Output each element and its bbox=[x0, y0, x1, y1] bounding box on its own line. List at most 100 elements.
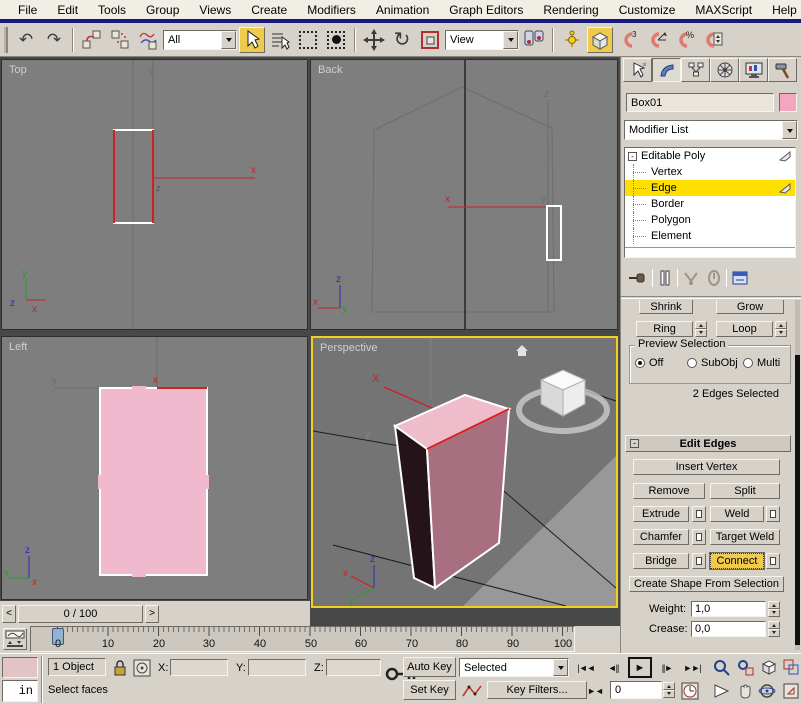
edit-edges-rollout-header[interactable]: - Edit Edges bbox=[625, 435, 791, 452]
connect-settings-icon[interactable] bbox=[766, 553, 780, 569]
menu-maxscript[interactable]: MAXScript bbox=[685, 3, 762, 17]
menu-create[interactable]: Create bbox=[241, 3, 297, 17]
menu-file[interactable]: File bbox=[8, 3, 47, 17]
menu-rendering[interactable]: Rendering bbox=[533, 3, 608, 17]
key-filters-button[interactable]: Key Filters... bbox=[487, 681, 587, 699]
zoom-extents-all-icon[interactable] bbox=[780, 657, 801, 677]
auto-key-button[interactable]: Auto Key bbox=[403, 657, 456, 677]
track-bar-ruler[interactable]: 0 10 20 30 40 50 60 70 80 90 100 bbox=[30, 626, 575, 652]
tab-modify[interactable] bbox=[652, 58, 681, 82]
select-and-rotate-icon[interactable]: ↻ bbox=[389, 27, 415, 53]
time-configuration-icon[interactable] bbox=[680, 681, 700, 701]
key-mode-toggle-button[interactable]: ►◄ bbox=[585, 682, 605, 699]
time-slider[interactable]: 0 / 100 bbox=[18, 605, 143, 623]
menu-graph-editors[interactable]: Graph Editors bbox=[439, 3, 533, 17]
insert-vertex-button[interactable]: Insert Vertex bbox=[633, 459, 780, 475]
zoom-icon[interactable] bbox=[710, 657, 732, 677]
macro-recorder-box[interactable] bbox=[2, 657, 38, 678]
make-unique-icon[interactable] bbox=[682, 269, 702, 287]
object-color-swatch[interactable] bbox=[779, 93, 797, 112]
chamfer-settings-icon[interactable] bbox=[692, 529, 706, 545]
connect-button[interactable]: Connect bbox=[710, 553, 764, 569]
menu-help[interactable]: Help bbox=[762, 3, 801, 17]
frame-spinner[interactable] bbox=[663, 682, 675, 698]
window-crossing-icon[interactable] bbox=[323, 27, 349, 53]
menu-group[interactable]: Group bbox=[136, 3, 189, 17]
reference-coordinate-dropdown[interactable]: View bbox=[445, 30, 519, 50]
rollout-collapse-icon[interactable]: - bbox=[630, 439, 639, 448]
chevron-down-icon[interactable] bbox=[553, 659, 568, 676]
time-slider-back-button[interactable]: < bbox=[2, 605, 16, 623]
time-slider-forward-button[interactable]: > bbox=[145, 605, 159, 623]
remove-modifier-icon[interactable] bbox=[706, 269, 722, 287]
radio-multi[interactable]: Multi bbox=[743, 357, 780, 369]
bind-to-space-warp-icon[interactable] bbox=[135, 27, 161, 53]
back-viewport-canvas[interactable]: z y x z x y bbox=[311, 60, 618, 330]
set-key-button[interactable]: Set Key bbox=[403, 680, 456, 700]
create-shape-from-selection-button[interactable]: Create Shape From Selection bbox=[629, 576, 784, 592]
chevron-down-icon[interactable] bbox=[503, 31, 518, 49]
select-and-move-icon[interactable] bbox=[361, 27, 387, 53]
radio-subobj[interactable]: SubObj bbox=[687, 357, 738, 369]
top-viewport-canvas[interactable]: y z x y z x bbox=[2, 60, 308, 330]
modifier-list-dropdown[interactable]: Modifier List bbox=[624, 120, 798, 140]
use-pivot-point-center-icon[interactable] bbox=[521, 27, 547, 53]
grow-button[interactable]: Grow bbox=[716, 300, 784, 314]
bridge-button[interactable]: Bridge bbox=[633, 553, 689, 569]
stack-item-border[interactable]: Border bbox=[625, 196, 795, 212]
viewport-back-label[interactable]: Back bbox=[318, 64, 342, 76]
weight-field[interactable]: 1,0 bbox=[691, 601, 766, 617]
tab-motion[interactable] bbox=[710, 58, 739, 82]
selection-filter-dropdown[interactable]: All bbox=[163, 30, 237, 50]
collapse-box-icon[interactable]: - bbox=[628, 152, 637, 161]
snaps-toggle-button[interactable] bbox=[587, 27, 613, 53]
menu-edit[interactable]: Edit bbox=[47, 3, 88, 17]
previous-frame-button[interactable]: ◄|| bbox=[602, 659, 624, 676]
selection-lock-icon[interactable] bbox=[112, 659, 128, 677]
menu-customize[interactable]: Customize bbox=[609, 3, 686, 17]
tab-hierarchy[interactable] bbox=[681, 58, 710, 82]
maxscript-listener-box[interactable]: in bbox=[2, 680, 38, 702]
tab-utilities[interactable] bbox=[768, 58, 797, 82]
viewport-top-label[interactable]: Top bbox=[9, 64, 27, 76]
select-object-button[interactable] bbox=[239, 27, 265, 53]
current-frame-field[interactable]: 0 bbox=[610, 681, 662, 699]
go-to-start-button[interactable]: |◄◄ bbox=[574, 659, 598, 676]
weld-settings-icon[interactable] bbox=[766, 506, 780, 522]
play-button[interactable]: ► bbox=[628, 657, 652, 678]
bridge-settings-icon[interactable] bbox=[692, 553, 706, 569]
zoom-extents-icon[interactable] bbox=[758, 657, 780, 677]
y-coordinate-field[interactable] bbox=[248, 659, 306, 676]
object-name-field[interactable]: Box01 bbox=[626, 93, 774, 112]
arc-rotate-icon[interactable] bbox=[756, 681, 778, 701]
spinner-snap-toggle-icon[interactable] bbox=[699, 27, 725, 53]
z-coordinate-field[interactable] bbox=[326, 659, 381, 676]
chevron-down-icon[interactable] bbox=[221, 31, 236, 49]
viewport-top[interactable]: Top y z x y z x bbox=[1, 59, 308, 330]
menu-modifiers[interactable]: Modifiers bbox=[297, 3, 366, 17]
panel-scrollbar[interactable] bbox=[795, 300, 800, 650]
field-of-view-icon[interactable] bbox=[710, 681, 732, 701]
unlink-selection-icon[interactable] bbox=[107, 27, 133, 53]
tab-create[interactable] bbox=[623, 58, 652, 82]
snap-toggle-3d-icon[interactable]: 3 bbox=[615, 27, 641, 53]
menu-animation[interactable]: Animation bbox=[366, 3, 439, 17]
weight-spinner[interactable] bbox=[768, 601, 780, 617]
select-by-name-icon[interactable] bbox=[267, 27, 293, 53]
stack-item-polygon[interactable]: Polygon bbox=[625, 212, 795, 228]
shrink-button[interactable]: Shrink bbox=[639, 300, 693, 314]
tab-display[interactable] bbox=[739, 58, 768, 82]
split-button[interactable]: Split bbox=[710, 483, 780, 499]
select-and-scale-icon[interactable] bbox=[417, 27, 443, 53]
menu-tools[interactable]: Tools bbox=[88, 3, 136, 17]
extrude-button[interactable]: Extrude bbox=[633, 506, 689, 522]
default-in-out-tangents-icon[interactable] bbox=[461, 682, 483, 700]
extrude-settings-icon[interactable] bbox=[692, 506, 706, 522]
redo-icon[interactable]: ↷ bbox=[41, 27, 67, 53]
pan-icon[interactable] bbox=[734, 681, 756, 701]
chamfer-button[interactable]: Chamfer bbox=[633, 529, 689, 545]
toolbar-drag-handle[interactable] bbox=[4, 27, 8, 53]
loop-button[interactable]: Loop bbox=[716, 321, 773, 337]
next-frame-button[interactable]: ||► bbox=[656, 659, 678, 676]
rectangular-selection-region-icon[interactable] bbox=[295, 27, 321, 53]
